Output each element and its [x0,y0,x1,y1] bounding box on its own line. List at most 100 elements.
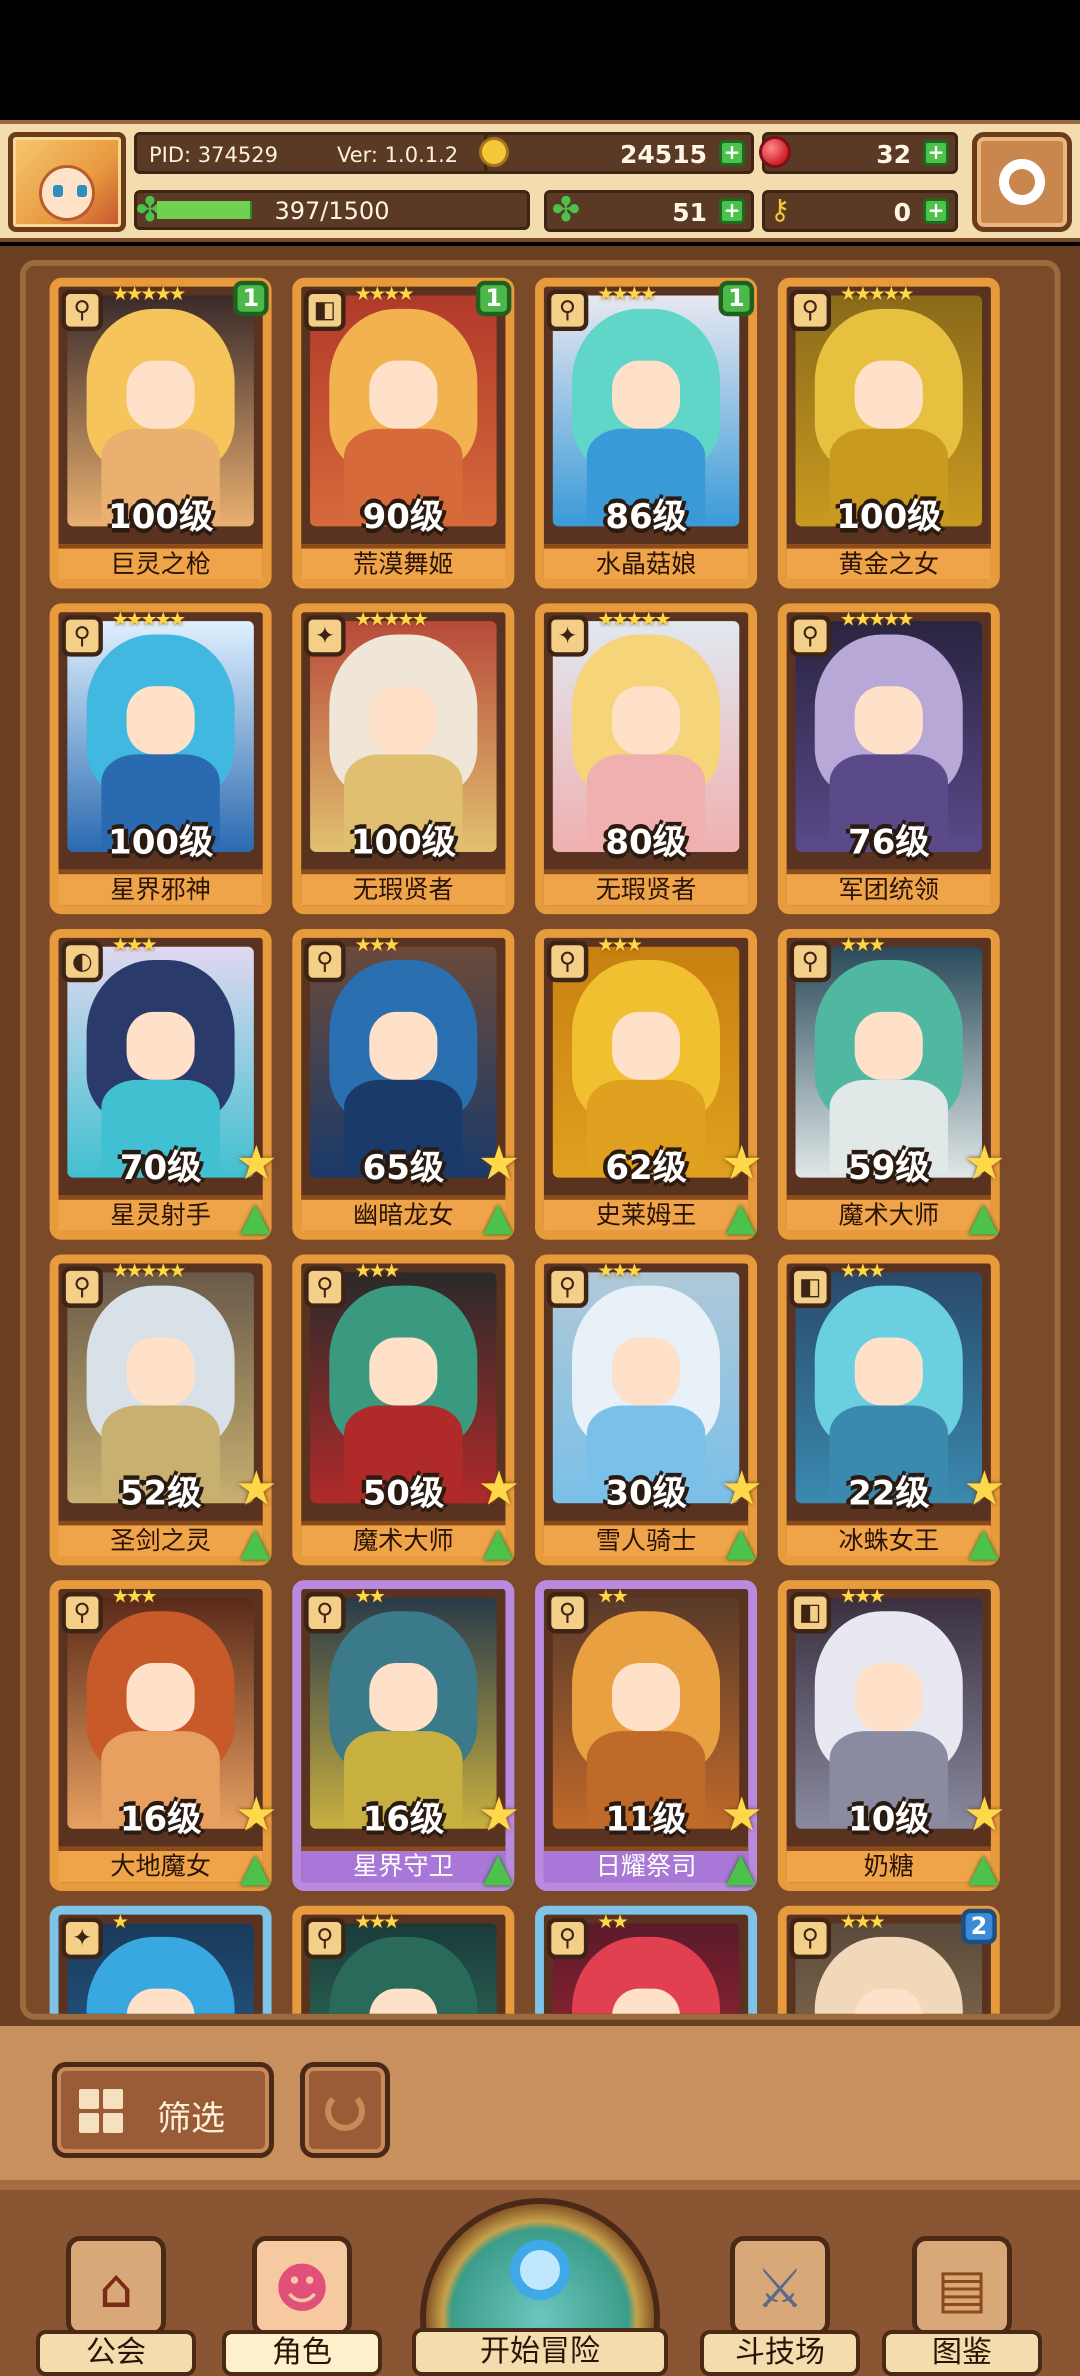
character-level: 100级 [108,498,214,537]
level-up-arrow-icon: ▲ [968,1846,999,1891]
class-icon: ✦ [304,615,346,657]
nav-arena[interactable]: ⚔ 斗技场 [700,2216,860,2376]
star-up-icon: ★ [963,1785,1006,1843]
character-card[interactable]: ⚲ ★★★ 16级 大地魔女 ★ ▲ [49,1580,278,1891]
add-gold-button[interactable]: + [719,140,745,166]
character-card[interactable]: ✦ ★★★★★ 80级 无瑕贤者 [535,603,758,915]
class-icon: ⚲ [304,1917,346,1960]
settings-button[interactable] [972,132,1072,232]
rarity-stars: ★★★ [839,1260,886,1283]
character-level: 100级 [108,823,214,863]
class-icon: ⚲ [304,1266,346,1308]
character-card[interactable]: ✦ ★★★★★ 100级 无瑕贤者 [292,603,515,915]
star-up-icon: ★ [477,1785,521,1843]
character-card[interactable]: ⚲ ★★★★★ 100级 星界邪神 [49,603,272,915]
rarity-stars: ★★ [354,1586,386,1609]
level-up-arrow-icon: ▲ [725,1195,756,1240]
class-icon: ◐ [61,940,103,983]
character-card[interactable]: ⚲ ★★★ [292,1905,515,2015]
star-up-icon: ★ [235,1785,278,1843]
character-name: 水晶菇娘 [543,544,749,580]
rarity-stars: ★★★ [354,934,400,958]
rarity-stars: ★★★★★ [597,609,671,632]
character-card[interactable]: ⚲ ★★★★★ 76级 军团统领 [777,603,1000,915]
rarity-stars: ★★★★ [354,283,414,306]
grid-icon [79,2089,123,2133]
character-name: 巨灵之枪 [58,544,263,580]
key-bar: ⚷ 0 + [762,190,958,232]
key-value: 0 [893,198,911,227]
star-up-icon: ★ [235,1134,278,1191]
star-up-icon: ★ [963,1460,1006,1517]
character-name: 史莱姆王 [543,1195,749,1231]
character-grid[interactable]: ⚲ ★★★★★ 1 100级 巨灵之枪 ◧ ★★★★ 1 90级 荒漠舞姬 ⚲ ★★★★ 1 86级 水晶菇… [20,260,1060,2020]
character-name: 魔术大师 [786,1195,991,1231]
character-name: 星界守卫 [301,1846,506,1883]
star-up-icon: ★ [477,1134,521,1191]
character-card[interactable]: ✦ ★ [49,1905,272,2015]
character-card[interactable]: ◧ ★★★ 22级 冰蛛女王 ★ ▲ [777,1254,1006,1566]
rarity-stars: ★★ [597,1911,629,1934]
class-icon: ⚲ [304,1592,346,1634]
character-card[interactable]: ⚲ ★★★★ 1 86级 水晶菇娘 [535,277,758,589]
star-up-icon: ★ [963,1134,1006,1191]
character-card[interactable]: ⚲ ★★★ 65级 幽暗龙女 ★ ▲ [292,928,520,1240]
level-up-arrow-icon: ▲ [725,1846,756,1891]
character-level: 86级 [605,498,687,537]
star-up-icon: ★ [477,1460,521,1517]
character-face-icon: ☻ [252,2236,352,2336]
filter-label: 筛选 [157,2099,225,2139]
add-gem-button[interactable]: + [923,140,949,166]
character-name: 奶糖 [786,1846,991,1883]
class-icon: ⚲ [789,1917,832,1960]
character-card[interactable]: ⚲ ★★★ 50级 魔术大师 ★ ▲ [292,1254,520,1566]
class-icon: ⚲ [61,615,103,657]
nav-guild[interactable]: ⌂ 公会 [36,2216,196,2376]
rarity-stars: ★★★ [111,1586,158,1609]
nav-adventure[interactable]: 开始冒险 [412,2190,668,2376]
add-clover-button[interactable]: + [719,198,745,224]
nav-character[interactable]: ☻ 角色 [222,2216,382,2376]
character-card[interactable]: ◧ ★★★ 10级 奶糖 ★ ▲ [777,1580,1006,1891]
level-up-arrow-icon: ▲ [483,1520,513,1566]
character-card[interactable]: ⚲ ★★★ 59级 魔术大师 ★ ▲ [777,928,1006,1240]
character-card[interactable]: ⚲ ★★ 11级 日耀祭司 ★ ▲ [535,1580,763,1891]
character-card[interactable]: ⚲ ★★★★★ 100级 黄金之女 [777,277,1000,589]
nav-codex-label: 图鉴 [882,2330,1042,2376]
nav-character-label: 角色 [222,2330,382,2376]
character-card[interactable]: ⚲ ★★ [535,1905,758,2015]
class-icon: ⚲ [789,289,832,332]
gold-value: 24515 [620,140,707,169]
player-avatar[interactable] [8,132,126,232]
nav-codex[interactable]: ▤ 图鉴 [882,2216,1042,2376]
status-bar-area [0,0,1080,120]
level-up-arrow-icon: ▲ [240,1846,271,1891]
character-name: 荒漠舞姬 [301,544,506,580]
character-level: 11级 [605,1800,687,1840]
character-name: 无瑕贤者 [543,869,749,906]
character-card[interactable]: ⚲ ★★★ 2 [777,1905,1000,2015]
star-up-icon: ★ [720,1134,763,1191]
rarity-stars: ★★★ [839,1586,886,1609]
refresh-icon [325,2091,365,2131]
character-card[interactable]: ⚲ ★★★ 30级 雪人骑士 ★ ▲ [535,1254,763,1566]
character-card[interactable]: ◧ ★★★★ 1 90级 荒漠舞姬 [292,277,515,589]
class-icon: ⚲ [546,289,589,332]
avatar-eye [53,185,63,197]
xp-bar: ✤ 397/1500 [134,190,530,230]
character-level: 100级 [350,823,456,863]
filter-button[interactable]: 筛选 [52,2062,274,2158]
character-card[interactable]: ⚲ ★★★★★ 52级 圣剑之灵 ★ ▲ [49,1254,278,1566]
add-key-button[interactable]: + [923,198,949,224]
class-icon: ⚲ [61,289,103,332]
character-card[interactable]: ⚲ ★★★ 62级 史莱姆王 ★ ▲ [535,928,763,1240]
character-card[interactable]: ⚲ ★★★★★ 1 100级 巨灵之枪 [49,277,272,589]
pid-version-bar: PID: 374529 Ver: 1.0.1.2 [134,132,514,174]
refresh-button[interactable] [300,2062,390,2158]
character-level: 16级 [362,1800,445,1840]
class-icon: ⚲ [546,1266,589,1308]
character-card[interactable]: ◐ ★★★ 70级 星灵射手 ★ ▲ [49,928,278,1240]
class-icon: ⚲ [546,1592,589,1634]
character-name: 星界邪神 [58,869,263,906]
character-card[interactable]: ⚲ ★★ 16级 星界守卫 ★ ▲ [292,1580,520,1891]
